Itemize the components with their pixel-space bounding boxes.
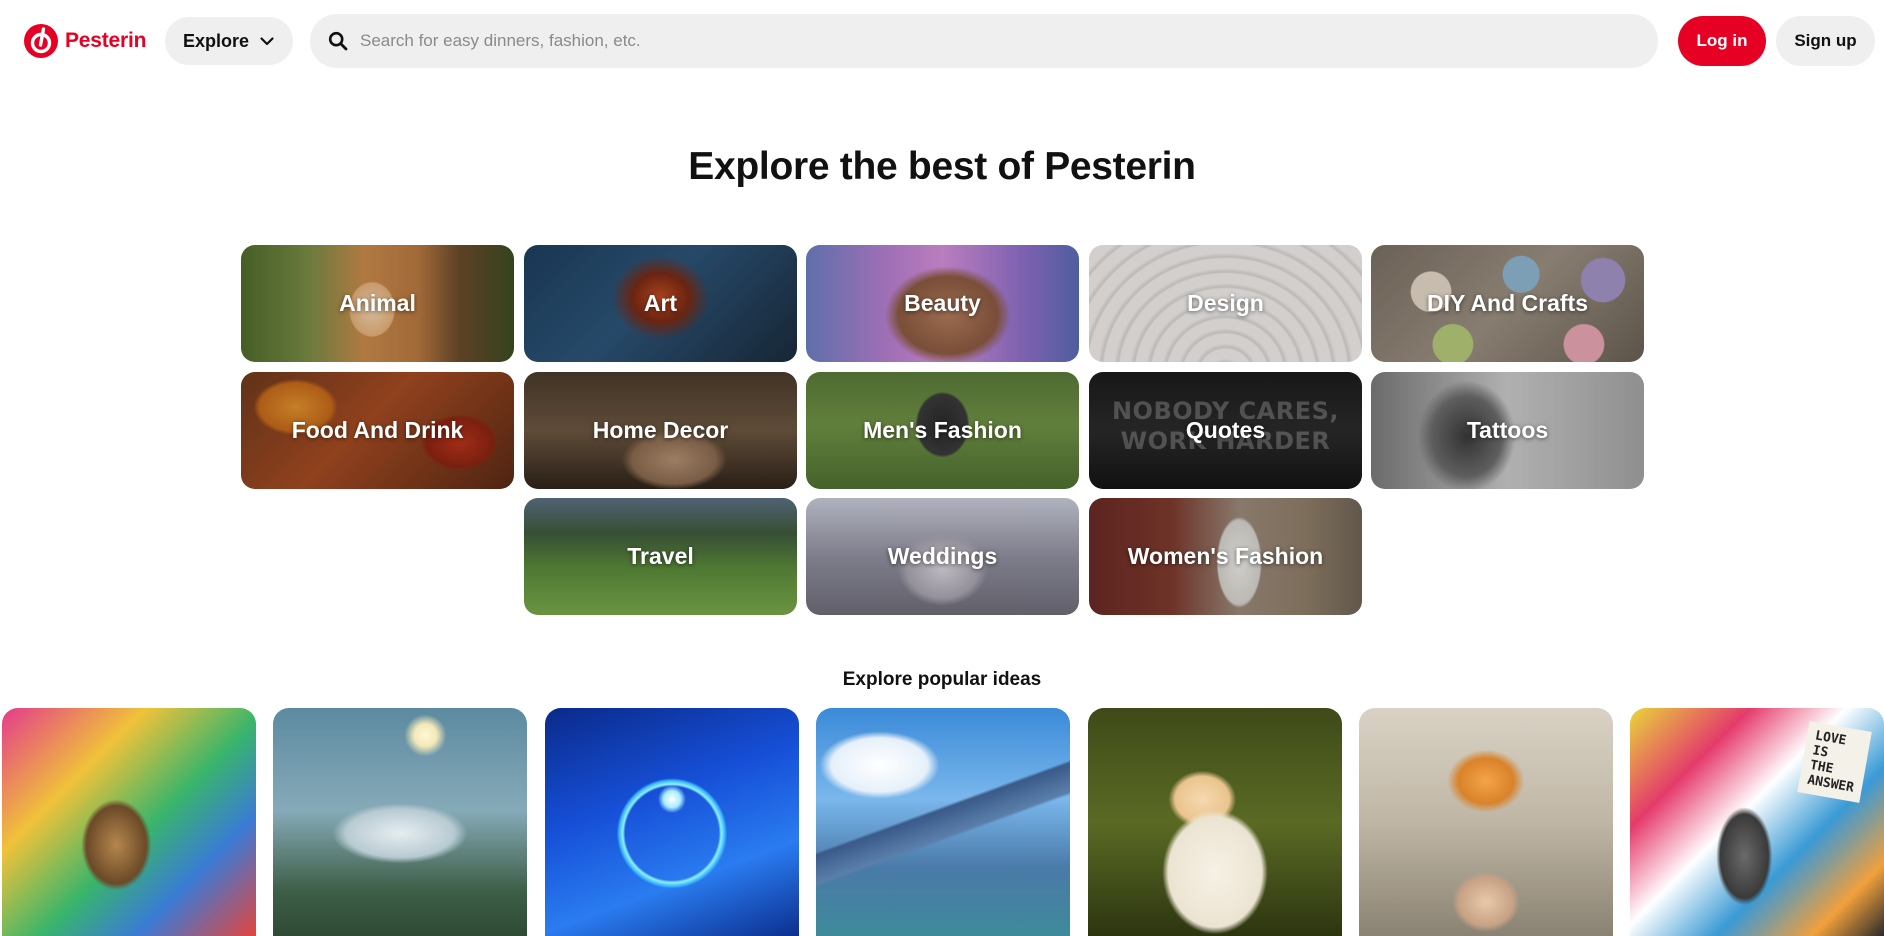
love-sign-text: LOVE IS THE ANSWER: [1797, 721, 1872, 803]
category-label: Tattoos: [1466, 417, 1549, 443]
sign-up-button[interactable]: Sign up: [1776, 16, 1875, 66]
idea-card-blue-portal[interactable]: [545, 708, 799, 936]
category-tile-animal[interactable]: Animal: [241, 245, 514, 362]
category-tile-womens-fashion[interactable]: Women's Fashion: [1089, 498, 1362, 615]
category-label: Weddings: [887, 543, 998, 569]
chevron-down-icon: [260, 37, 274, 46]
category-tile-travel[interactable]: Travel: [524, 498, 797, 615]
category-tile-food-and-drink[interactable]: Food And Drink: [241, 372, 514, 489]
category-label: Travel: [627, 543, 694, 569]
category-tile-weddings[interactable]: Weddings: [806, 498, 1079, 615]
idea-card-einstein-graffiti[interactable]: LOVE IS THE ANSWER: [1630, 708, 1884, 936]
category-tile-home-decor[interactable]: Home Decor: [524, 372, 797, 489]
top-navigation-bar: Pesterin Explore Log in Sign up: [0, 0, 1884, 82]
category-tile-diy-and-crafts[interactable]: DIY And Crafts: [1371, 245, 1644, 362]
explore-label: Explore: [182, 30, 250, 51]
search-icon: [328, 31, 348, 51]
category-tile-design[interactable]: Design: [1089, 245, 1362, 362]
category-tile-beauty[interactable]: Beauty: [806, 245, 1079, 362]
log-in-button[interactable]: Log in: [1678, 16, 1766, 66]
search-bar[interactable]: [310, 14, 1658, 68]
category-tile-tattoos[interactable]: Tattoos: [1371, 372, 1644, 489]
category-label: Design: [1187, 290, 1264, 316]
search-input[interactable]: [360, 14, 1658, 68]
category-label: Men's Fashion: [863, 417, 1022, 443]
category-label: Art: [643, 290, 678, 316]
explore-dropdown-button[interactable]: Explore: [165, 17, 293, 65]
pesterin-logo-link[interactable]: Pesterin: [24, 24, 146, 58]
category-label: DIY And Crafts: [1426, 290, 1589, 316]
idea-card-tiger-child[interactable]: [1359, 708, 1613, 936]
category-label: Quotes: [1185, 417, 1266, 443]
idea-card-mountain-castle[interactable]: [816, 708, 1070, 936]
idea-card-fluffy-cat[interactable]: [1088, 708, 1342, 936]
category-label: Women's Fashion: [1127, 543, 1324, 569]
popular-ideas-heading: Explore popular ideas: [842, 669, 1042, 690]
category-tile-art[interactable]: Art: [524, 245, 797, 362]
category-label: Beauty: [904, 290, 981, 316]
category-tile-quotes[interactable]: NOBODY CARES, WORK HARDER Quotes: [1089, 372, 1362, 489]
category-label: Food And Drink: [291, 417, 464, 443]
category-label: Animal: [339, 290, 416, 316]
pesterin-logo-icon: [24, 24, 58, 58]
category-label: Home Decor: [592, 417, 729, 443]
page-title: Explore the best of Pesterin: [688, 145, 1196, 188]
idea-card-sky-forest[interactable]: [273, 708, 527, 936]
category-tile-mens-fashion[interactable]: Men's Fashion: [806, 372, 1079, 489]
logo-text: Pesterin: [65, 29, 147, 52]
idea-card-street-art[interactable]: [2, 708, 256, 936]
